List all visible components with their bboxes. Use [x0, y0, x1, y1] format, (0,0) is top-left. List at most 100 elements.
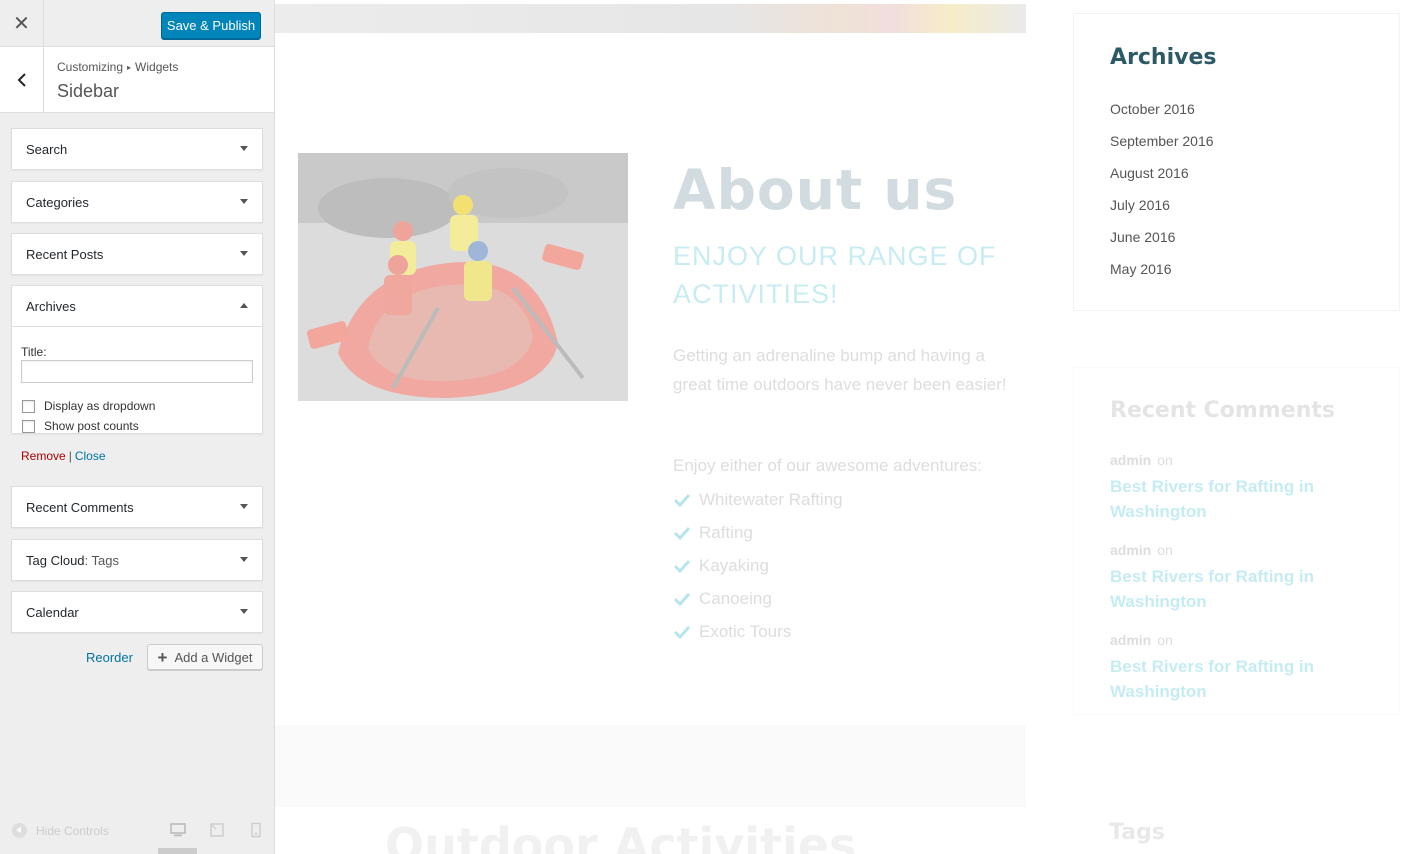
save-publish-button[interactable]: Save & Publish	[161, 12, 261, 39]
check-icon	[673, 592, 691, 606]
comment-post-link[interactable]: Best Rivers for Rafting in Washington	[1110, 654, 1350, 704]
site-preview[interactable]: About us ENJOY OUR RANGE OF ACTIVITIES! …	[275, 0, 1419, 854]
comment-post-link[interactable]: Best Rivers for Rafting in Washington	[1110, 564, 1350, 614]
close-customizer-button[interactable]: ✕	[0, 0, 44, 47]
widget-header[interactable]: Search	[12, 129, 262, 169]
display-dropdown-label: Display as dropdown	[44, 399, 156, 413]
dropdown-option: Display as dropdown	[22, 399, 155, 413]
collapse-icon	[12, 823, 27, 838]
title-input[interactable]	[21, 360, 253, 383]
comment-author: admin on	[1110, 452, 1173, 468]
comment-author-name: admin	[1110, 632, 1152, 648]
about-body: Getting an adrenaline bump and having a …	[673, 346, 1007, 394]
widget-header[interactable]: Tag Cloud: Tags	[12, 540, 262, 580]
breadcrumb-root: Customizing	[57, 60, 124, 74]
show-post-counts-label: Show post counts	[44, 419, 139, 433]
widget-title: Archives	[26, 299, 76, 314]
title-label: Title:	[21, 345, 47, 359]
check-icon	[673, 625, 691, 639]
about-subtitle: ENJOY OUR RANGE OF ACTIVITIES!	[673, 241, 997, 309]
comment-on: on	[1157, 632, 1173, 648]
desktop-icon[interactable]	[170, 822, 186, 838]
reorder-link[interactable]: Reorder	[86, 650, 133, 665]
breadcrumb-child: Widgets	[135, 60, 179, 74]
hide-controls-button[interactable]: Hide Controls	[12, 823, 109, 838]
hide-controls-label: Hide Controls	[36, 823, 109, 838]
header-banner-image	[275, 4, 1026, 33]
widget-form: Title: Display as dropdown Show post cou…	[12, 326, 262, 463]
chevron-left-icon	[17, 73, 26, 87]
activity-item: Whitewater Rafting	[673, 490, 843, 510]
activity-label: Canoeing	[699, 589, 772, 608]
check-icon	[673, 493, 691, 507]
archive-link[interactable]: September 2016	[1110, 133, 1214, 149]
archive-link[interactable]: June 2016	[1110, 229, 1175, 245]
widget-actions: Remove | Close	[21, 449, 106, 463]
widget-header[interactable]: Categories	[12, 182, 262, 222]
caret-down-icon[interactable]	[240, 504, 248, 509]
widget-title: Search	[26, 142, 68, 157]
breadcrumb: Customizing ▸ Widgets	[57, 60, 178, 74]
comment-post-link[interactable]: Best Rivers for Rafting in Washington	[1110, 474, 1350, 524]
display-dropdown-checkbox[interactable]	[22, 399, 35, 413]
caret-down-icon[interactable]	[240, 146, 248, 151]
widget-title: Recent Posts	[26, 247, 104, 262]
add-widget-label: Add a Widget	[174, 649, 253, 665]
activity-label: Rafting	[699, 523, 753, 542]
mobile-icon[interactable]	[248, 822, 264, 838]
add-widget-button[interactable]: + Add a Widget	[147, 644, 263, 670]
comment-on: on	[1157, 452, 1173, 468]
widget-categories: Categories	[11, 181, 263, 223]
close-link[interactable]: Close	[75, 449, 106, 463]
caret-down-icon[interactable]	[240, 199, 248, 204]
widget-header[interactable]: Recent Comments	[12, 487, 262, 527]
widget-title: Categories	[26, 195, 89, 210]
widget-search: Search	[11, 128, 263, 170]
customizer-panel: ✕ Save & Publish Customizing ▸ Widgets Sid…	[0, 0, 275, 854]
archive-link[interactable]: October 2016	[1110, 101, 1195, 117]
widget-title-sub: : Tags	[84, 553, 119, 568]
plus-icon: +	[157, 647, 168, 667]
widget-header[interactable]: Archives	[12, 286, 262, 326]
show-post-counts-checkbox[interactable]	[22, 419, 35, 433]
comment-on: on	[1157, 542, 1173, 558]
widget-title-main: Tag Cloud	[26, 553, 85, 568]
active-device-indicator	[158, 848, 197, 854]
caret-down-icon[interactable]	[240, 557, 248, 562]
widget-archives: Archives Title: Display as dropdown Show…	[11, 285, 263, 463]
customizer-header: ✕ Save & Publish	[0, 0, 274, 47]
widget-header[interactable]: Calendar	[12, 592, 262, 632]
outdoor-activities-title: Outdoor Activities	[385, 818, 857, 854]
widget-recent-posts: Recent Posts	[11, 233, 263, 275]
check-icon	[673, 559, 691, 573]
archive-link[interactable]: May 2016	[1110, 261, 1171, 277]
activity-item: Rafting	[673, 523, 753, 543]
activity-label: Whitewater Rafting	[699, 490, 843, 509]
widget-title: Tag Cloud: Tags	[26, 553, 119, 568]
archive-link[interactable]: July 2016	[1110, 197, 1170, 213]
back-button[interactable]	[0, 47, 44, 113]
remove-link[interactable]: Remove	[21, 449, 66, 463]
customizer-footer: Hide Controls	[0, 806, 274, 854]
close-icon: ✕	[13, 13, 30, 35]
widget-recent-comments: Recent Comments	[11, 486, 263, 528]
archives-heading: Archives	[1110, 45, 1217, 70]
caret-up-icon[interactable]	[240, 303, 248, 308]
next-section-banner	[275, 725, 1026, 807]
widget-title: Recent Comments	[26, 500, 134, 515]
rafting-illustration	[298, 153, 628, 401]
tags-heading: Tags	[1109, 820, 1165, 845]
about-title: About us	[673, 158, 958, 222]
activity-label: Exotic Tours	[699, 622, 792, 641]
tablet-icon[interactable]	[209, 822, 225, 838]
recent-comments-widget-preview: Recent Comments admin on Best Rivers for …	[1073, 367, 1400, 715]
comment-author: admin on	[1110, 632, 1173, 648]
archive-link[interactable]: August 2016	[1110, 165, 1189, 181]
widget-header[interactable]: Recent Posts	[12, 234, 262, 274]
section-title: Sidebar	[57, 81, 120, 101]
caret-down-icon[interactable]	[240, 609, 248, 614]
caret-down-icon[interactable]	[240, 251, 248, 256]
archives-widget-preview[interactable]: Archives October 2016 September 2016 Aug…	[1073, 13, 1400, 311]
rafting-image	[298, 153, 628, 401]
comment-author: admin on	[1110, 542, 1173, 558]
